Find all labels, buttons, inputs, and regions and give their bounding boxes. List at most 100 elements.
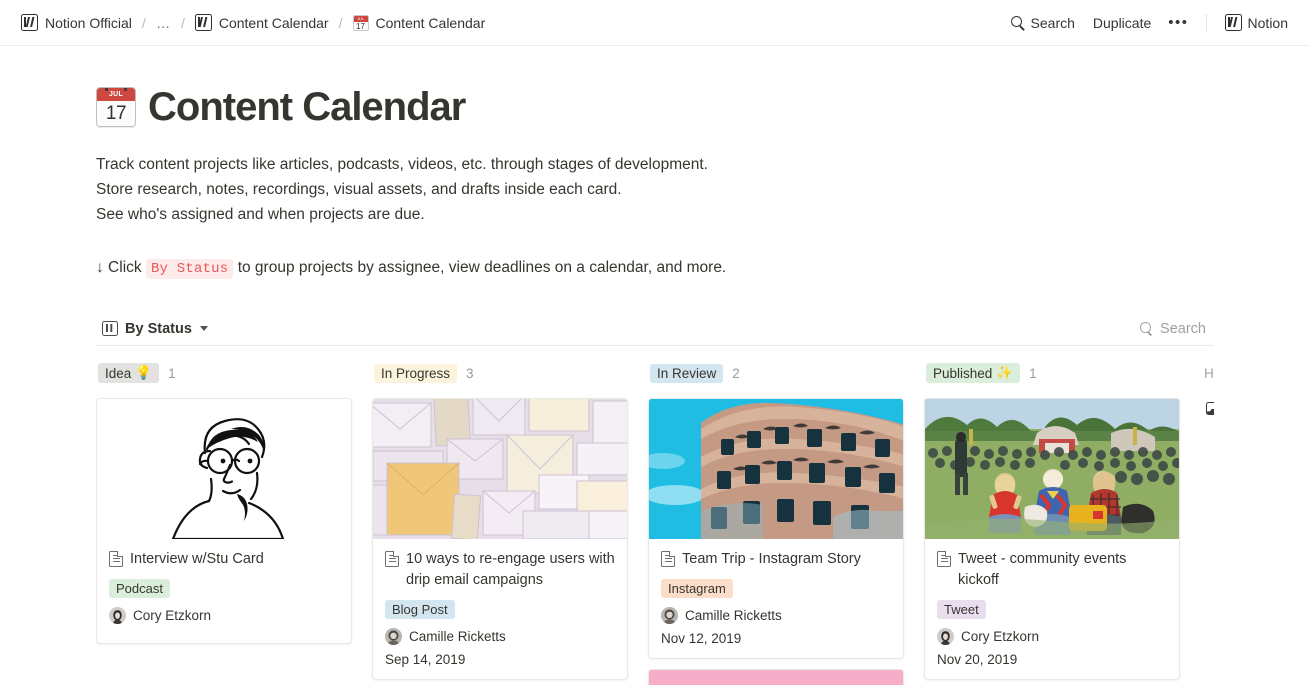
- card-tag: Blog Post: [385, 600, 455, 619]
- card-title: Interview w/Stu Card: [130, 551, 264, 567]
- duplicate-button[interactable]: Duplicate: [1085, 10, 1159, 36]
- breadcrumb-ellipsis[interactable]: ...: [151, 12, 176, 34]
- description-line: Store research, notes, recordings, visua…: [96, 181, 622, 198]
- breadcrumb-item-notion-official[interactable]: Notion Official: [16, 11, 137, 34]
- chevron-down-icon: [199, 326, 208, 331]
- card-person: Cory Etzkorn: [937, 628, 1167, 645]
- status-badge: Idea 💡: [98, 363, 160, 383]
- column-header[interactable]: In Review 2: [648, 360, 904, 386]
- column-header[interactable]: In Progress 3: [372, 360, 628, 386]
- calendar-emoji-day: 17: [97, 101, 135, 126]
- page-header-area: JUL 17 Content Calendar Track content pr…: [0, 84, 1310, 685]
- page-description: Track content projects like articles, po…: [96, 152, 1214, 227]
- calendar-emoji-day: 17: [353, 21, 368, 30]
- calendar-emoji-icon[interactable]: JUL 17: [96, 87, 136, 127]
- board-card[interactable]: [648, 669, 904, 685]
- card-person: Camille Ricketts: [661, 607, 891, 624]
- board-search-placeholder: Search: [1160, 320, 1206, 337]
- notion-button-label: Notion: [1247, 14, 1288, 31]
- notion-logo-icon: [1224, 14, 1242, 31]
- card-tag: Instagram: [661, 579, 733, 598]
- board-card[interactable]: Team Trip - Instagram Story Instagram Ca…: [648, 398, 904, 659]
- card-cover-pink-photo: [649, 670, 903, 685]
- card-body: Interview w/Stu Card Podcast Cory Etzkor…: [97, 539, 351, 643]
- document-icon: [937, 551, 951, 567]
- card-person: Camille Ricketts: [385, 628, 615, 645]
- status-badge: Published ✨: [926, 363, 1021, 383]
- column-count: 3: [466, 365, 474, 381]
- card-cover-festival-crowd-photo: [925, 399, 1179, 539]
- festival-crowd-photo-icon: [925, 399, 1179, 539]
- calendar-emoji-icon: JUL 17: [352, 14, 369, 31]
- card-tag: Tweet: [937, 600, 986, 619]
- envelopes-photo-icon: [373, 399, 627, 539]
- column-count: 2: [732, 365, 740, 381]
- avatar: [109, 607, 126, 624]
- view-toolbar: By Status Search: [96, 312, 1214, 346]
- breadcrumb-item-content-calendar-current[interactable]: JUL 17 Content Calendar: [348, 12, 491, 34]
- breadcrumb-item-content-calendar-parent[interactable]: Content Calendar: [190, 11, 334, 34]
- document-icon: [661, 551, 675, 567]
- card-body: Tweet - community events kickoff Tweet C…: [925, 539, 1179, 679]
- status-badge-label: In Progress: [381, 365, 451, 381]
- hidden-column-no-status[interactable]: No Status 1: [1204, 398, 1214, 419]
- hidden-columns-panel: Hidden columns No Status 1: [1200, 360, 1214, 685]
- avatar: [937, 628, 954, 645]
- column-header[interactable]: Idea 💡 1: [96, 360, 352, 386]
- person-illustration-icon: [171, 418, 285, 539]
- more-options-button[interactable]: •••: [1161, 9, 1195, 36]
- board-column-in-progress: In Progress 3 10 ways to re-engage users…: [372, 360, 628, 685]
- status-badge-emoji: 💡: [135, 365, 153, 380]
- document-icon: [385, 551, 399, 567]
- board-card[interactable]: Interview w/Stu Card Podcast Cory Etzkor…: [96, 398, 352, 644]
- board-card[interactable]: Tweet - community events kickoff Tweet C…: [924, 398, 1180, 680]
- breadcrumb-label: Content Calendar: [375, 14, 486, 31]
- description-line: See who's assigned and when projects are…: [96, 206, 425, 223]
- breadcrumb: Notion Official / ... / Content Calendar…: [16, 11, 490, 34]
- board-column-idea: Idea 💡 1 Interview w/Stu Card Podcast Co…: [96, 360, 352, 685]
- breadcrumb-label: Content Calendar: [218, 14, 329, 31]
- description-line: Track content projects like articles, po…: [96, 156, 708, 173]
- status-badge: In Progress: [374, 363, 458, 383]
- notion-logo-icon: [21, 14, 38, 31]
- status-badge: In Review: [650, 363, 724, 383]
- search-icon: [1140, 322, 1153, 335]
- card-person-name: Cory Etzkorn: [133, 608, 212, 623]
- card-title-row: Tweet - community events kickoff: [937, 549, 1167, 591]
- page-title-row: JUL 17 Content Calendar: [96, 84, 1214, 130]
- search-icon: [1010, 15, 1025, 30]
- card-date: Sep 14, 2019: [385, 652, 466, 667]
- breadcrumb-separator: /: [141, 14, 146, 31]
- card-title: 10 ways to re-engage users with drip ema…: [406, 551, 615, 588]
- card-title: Team Trip - Instagram Story: [682, 551, 861, 567]
- status-badge-label: Idea: [105, 365, 132, 381]
- card-date: Nov 12, 2019: [661, 631, 742, 646]
- breadcrumb-separator: /: [338, 14, 343, 31]
- hint-suffix: to group projects by assignee, view dead…: [237, 259, 727, 276]
- board-search[interactable]: Search: [1132, 318, 1214, 340]
- calendar-emoji-month: JUL: [97, 88, 135, 101]
- card-cover-gaudi-building-photo: [649, 399, 903, 539]
- page-hint: ↓ Click By Status to group projects by a…: [96, 255, 1214, 282]
- view-tab-by-status[interactable]: By Status: [96, 318, 214, 340]
- card-cover-person-illustration: [97, 399, 351, 539]
- hint-prefix: ↓ Click: [96, 259, 142, 276]
- board-columns[interactable]: Idea 💡 1 Interview w/Stu Card Podcast Co…: [96, 346, 1214, 685]
- toolbar-divider: [1205, 13, 1207, 32]
- notion-logo-icon: [194, 14, 212, 31]
- notion-app-button[interactable]: Notion: [1217, 9, 1296, 36]
- breadcrumb-label: Notion Official: [45, 14, 132, 31]
- search-button[interactable]: Search: [1003, 10, 1083, 36]
- card-person: Cory Etzkorn: [109, 607, 339, 624]
- column-header[interactable]: Published ✨ 1: [924, 360, 1180, 386]
- card-title-row: Team Trip - Instagram Story: [661, 549, 891, 570]
- page-title[interactable]: Content Calendar: [148, 84, 466, 130]
- board-card[interactable]: 10 ways to re-engage users with drip ema…: [372, 398, 628, 680]
- top-bar-actions: Search Duplicate ••• Notion: [1003, 9, 1296, 36]
- card-body: 10 ways to re-engage users with drip ema…: [373, 539, 627, 679]
- duplicate-button-label: Duplicate: [1092, 14, 1152, 31]
- column-count: 1: [1029, 365, 1037, 381]
- card-person-name: Camille Ricketts: [409, 629, 506, 644]
- card-title: Tweet - community events kickoff: [958, 551, 1127, 588]
- status-badge-emoji: ✨: [996, 365, 1014, 380]
